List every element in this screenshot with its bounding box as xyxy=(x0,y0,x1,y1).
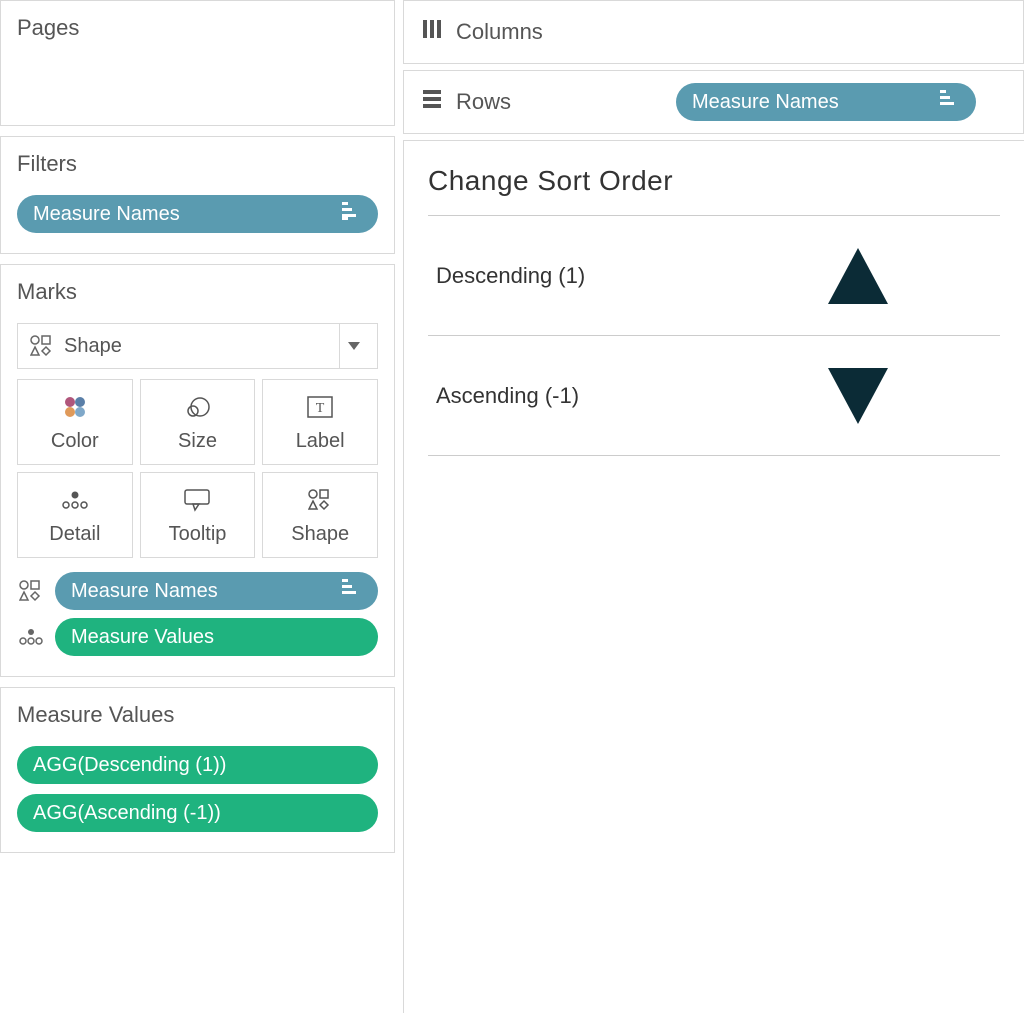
viz-shape-triangle-down xyxy=(798,368,918,424)
detail-icon xyxy=(60,485,90,515)
measure-values-title: Measure Values xyxy=(17,702,378,728)
viz-shape-triangle-up xyxy=(798,248,918,304)
marks-type-select[interactable]: Shape xyxy=(17,323,378,369)
tooltip-icon xyxy=(183,485,211,515)
marks-btn-label: Detail xyxy=(49,523,100,546)
rows-label: Rows xyxy=(456,89,511,115)
columns-icon xyxy=(422,19,442,45)
svg-text:T: T xyxy=(316,401,325,416)
pages-shelf[interactable]: Pages xyxy=(0,0,395,126)
marks-pill-measure-names[interactable]: Measure Names xyxy=(55,572,378,610)
filters-title: Filters xyxy=(17,151,378,177)
pill-label: AGG(Descending (1)) xyxy=(33,754,226,777)
color-icon xyxy=(60,392,90,422)
viz-row: Ascending (-1) xyxy=(428,336,1000,456)
marks-detail-button[interactable]: Detail xyxy=(17,472,133,558)
pages-title: Pages xyxy=(17,15,378,41)
marks-btn-label: Size xyxy=(178,430,217,453)
mv-pill-agg-ascending[interactable]: AGG(Ascending (-1)) xyxy=(17,794,378,832)
measure-values-shelf[interactable]: Measure Values AGG(Descending (1)) AGG(A… xyxy=(0,687,395,853)
marks-title: Marks xyxy=(17,279,378,305)
marks-shape-button[interactable]: Shape xyxy=(262,472,378,558)
size-icon xyxy=(182,392,212,422)
marks-btn-label: Shape xyxy=(291,523,349,546)
sort-icon xyxy=(342,202,362,226)
filter-pill-measure-names[interactable]: Measure Names xyxy=(17,195,378,233)
dropdown-caret[interactable] xyxy=(339,324,367,368)
marks-type-label: Shape xyxy=(56,335,339,358)
pill-label: Measure Names xyxy=(692,91,839,114)
viz-row-label: Ascending (-1) xyxy=(428,383,798,409)
columns-shelf[interactable]: Columns xyxy=(403,0,1024,64)
sort-icon xyxy=(342,579,362,603)
viz-canvas: Change Sort Order Descending (1) Ascendi… xyxy=(403,140,1024,1013)
viz-title: Change Sort Order xyxy=(428,165,1000,197)
columns-label: Columns xyxy=(456,19,543,45)
shape-encoding-icon xyxy=(17,579,45,603)
marks-btn-label: Label xyxy=(296,430,345,453)
pill-label: Measure Values xyxy=(71,626,214,649)
pill-label: Measure Names xyxy=(71,580,218,603)
label-icon: T xyxy=(306,392,334,422)
marks-tooltip-button[interactable]: Tooltip xyxy=(140,472,256,558)
pill-label: AGG(Ascending (-1)) xyxy=(33,802,221,825)
marks-label-button[interactable]: T Label xyxy=(262,379,378,465)
sort-icon xyxy=(940,90,960,114)
marks-color-button[interactable]: Color xyxy=(17,379,133,465)
marks-btn-label: Tooltip xyxy=(169,523,227,546)
mv-pill-agg-descending[interactable]: AGG(Descending (1)) xyxy=(17,746,378,784)
pill-label: Measure Names xyxy=(33,203,180,226)
shape-icon xyxy=(308,485,332,515)
marks-pill-measure-values[interactable]: Measure Values xyxy=(55,618,378,656)
rows-icon xyxy=(422,89,442,115)
rows-shelf[interactable]: Rows Measure Names xyxy=(403,70,1024,134)
viz-row-label: Descending (1) xyxy=(428,263,798,289)
shape-icon xyxy=(28,334,56,358)
viz-row: Descending (1) xyxy=(428,216,1000,336)
filters-shelf[interactable]: Filters Measure Names xyxy=(0,136,395,254)
marks-btn-label: Color xyxy=(51,430,99,453)
marks-shelf: Marks Shape xyxy=(0,264,395,677)
marks-size-button[interactable]: Size xyxy=(140,379,256,465)
detail-encoding-icon xyxy=(17,625,45,649)
rows-pill-measure-names[interactable]: Measure Names xyxy=(676,83,976,121)
